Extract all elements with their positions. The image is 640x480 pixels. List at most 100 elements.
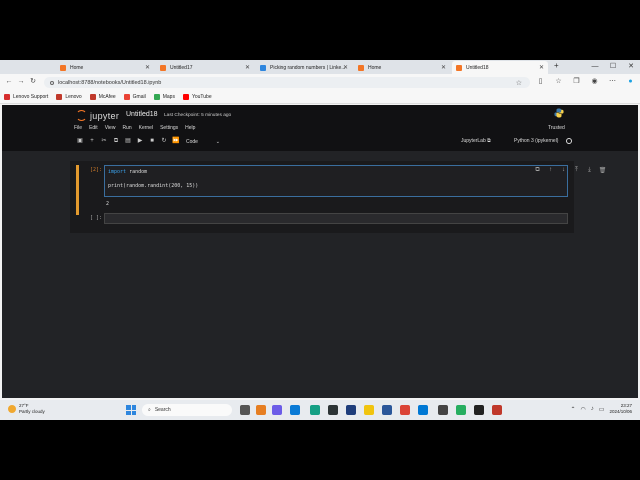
lenovo-vantage-icon[interactable] xyxy=(346,405,356,415)
browser-tab-strip: Home ✕ Untitled17 ✕ Picking random numbe… xyxy=(0,60,640,74)
collections-icon[interactable]: ❐ xyxy=(572,77,581,86)
copilot-icon[interactable]: ● xyxy=(626,77,635,86)
back-icon[interactable]: ← xyxy=(4,77,14,87)
split-screen-icon[interactable]: ▯ xyxy=(536,77,545,86)
close-icon[interactable]: ✕ xyxy=(245,64,250,71)
gmail-icon xyxy=(123,93,130,100)
store-icon[interactable] xyxy=(328,405,338,415)
edge-icon[interactable] xyxy=(290,405,300,415)
move-up-icon[interactable]: ↑ xyxy=(544,167,557,174)
chrome-icon[interactable] xyxy=(400,405,410,415)
windows-taskbar: 27°F Partly cloudy ⌕ Search ⌃ ◠ ♪ ▭ 23:2… xyxy=(0,400,640,420)
settings-icon[interactable] xyxy=(438,405,448,415)
kernel-name[interactable]: Python 3 (ipykernel) xyxy=(514,138,558,144)
jupyter-logo-icon xyxy=(76,110,87,121)
code-cell-editor[interactable]: import random print(random.randint(200, … xyxy=(104,165,606,197)
copy-icon[interactable]: ⧉ xyxy=(110,136,122,147)
taskbar-search[interactable]: ⌕ Search xyxy=(142,404,232,416)
close-icon[interactable]: ✕ xyxy=(343,64,348,71)
bookmark-lenovo-support[interactable]: Lenovo Support xyxy=(4,93,48,100)
jupyter-header: jupyter Untitled18 Last Checkpoint: 5 mi… xyxy=(2,105,638,151)
duplicate-cell-icon[interactable]: ⧉ xyxy=(531,167,544,174)
minimize-icon[interactable]: — xyxy=(586,60,604,74)
delete-cell-icon[interactable]: 🗑 xyxy=(596,167,609,174)
bookmark-lenovo[interactable]: Lenovo xyxy=(56,93,82,100)
empty-code-cell-editor[interactable] xyxy=(104,213,568,224)
weather-sun-icon xyxy=(8,405,16,413)
address-bar[interactable]: localhost:8788/notebooks/Untitled18.ipyn… xyxy=(44,77,530,88)
bookmark-label: YouTube xyxy=(191,93,212,100)
close-icon[interactable]: ✕ xyxy=(539,64,544,71)
tab-label: Untitled18 xyxy=(466,64,489,71)
notebook-title[interactable]: Untitled18 xyxy=(126,111,158,118)
bookmark-gmail[interactable]: Gmail xyxy=(123,93,146,100)
site-info-icon[interactable] xyxy=(50,80,54,85)
restart-run-all-icon[interactable]: ⏩ xyxy=(170,136,182,147)
edge-dev-icon[interactable] xyxy=(310,405,320,415)
bookmark-mcafee[interactable]: McAfee xyxy=(89,93,116,100)
browser-tab-untitled18[interactable]: Untitled18 ✕ xyxy=(452,61,548,74)
maximize-icon[interactable]: ☐ xyxy=(604,60,622,74)
close-window-icon[interactable]: ✕ xyxy=(622,60,640,74)
refresh-icon[interactable]: ↻ xyxy=(28,77,38,87)
menu-edit[interactable]: Edit xyxy=(89,125,98,131)
keyword-import: import xyxy=(108,169,127,175)
insert-below-icon[interactable]: ⤓ xyxy=(583,167,596,174)
menu-settings[interactable]: Settings xyxy=(160,125,178,131)
chevron-up-icon[interactable]: ⌃ xyxy=(571,406,576,413)
media-player-icon[interactable] xyxy=(474,405,484,415)
jupyter-logo[interactable]: jupyter xyxy=(76,110,119,121)
menu-kernel[interactable]: Kernel xyxy=(139,125,153,131)
task-view-icon[interactable] xyxy=(240,405,250,415)
system-clock[interactable]: 23:27 2024/10/06 xyxy=(609,403,632,415)
app-icon[interactable] xyxy=(456,405,466,415)
widgets-icon[interactable] xyxy=(256,405,266,415)
paste-icon[interactable]: ▤ xyxy=(122,136,134,147)
teams-icon[interactable] xyxy=(272,405,282,415)
maps-icon xyxy=(153,93,160,100)
jupyterlab-link[interactable]: JupyterLab ⧉ xyxy=(461,138,491,144)
move-down-icon[interactable]: ↓ xyxy=(557,167,570,174)
menu-file[interactable]: File xyxy=(74,125,82,131)
cell-type-select[interactable]: Code ⌄ xyxy=(186,139,220,145)
favorites-icon[interactable]: ☆ xyxy=(554,77,563,86)
trusted-indicator[interactable]: Trusted xyxy=(548,125,565,131)
close-icon[interactable]: ✕ xyxy=(145,64,150,71)
browser-tab-untitled17[interactable]: Untitled17 ✕ xyxy=(156,61,254,74)
file-explorer-icon[interactable] xyxy=(364,405,374,415)
favorite-star-icon[interactable]: ☆ xyxy=(516,79,522,87)
stop-icon[interactable]: ■ xyxy=(146,136,158,147)
word-icon[interactable] xyxy=(382,405,392,415)
battery-icon[interactable]: ▭ xyxy=(599,406,605,413)
new-tab-button[interactable]: + xyxy=(554,61,559,70)
browser-tab-home-1[interactable]: Home ✕ xyxy=(56,61,154,74)
notebook-cells-area: [2]: import random print(random.randint(… xyxy=(70,161,606,233)
wifi-icon[interactable]: ◠ xyxy=(581,406,586,413)
save-icon[interactable]: ▣ xyxy=(74,136,86,147)
app-icon[interactable] xyxy=(492,405,502,415)
extension-icon[interactable]: ◉ xyxy=(590,77,599,86)
app-icon[interactable] xyxy=(418,405,428,415)
add-cell-icon[interactable]: + xyxy=(86,136,98,147)
more-menu-icon[interactable]: ⋯ xyxy=(608,77,617,86)
weather-widget[interactable]: 27°F Partly cloudy xyxy=(8,403,45,415)
bookmark-youtube[interactable]: YouTube xyxy=(182,93,212,100)
close-icon[interactable]: ✕ xyxy=(441,64,446,71)
menu-help[interactable]: Help xyxy=(185,125,195,131)
bookmark-maps[interactable]: Maps xyxy=(153,93,175,100)
menu-run[interactable]: Run xyxy=(122,125,131,131)
code-line-2: print(random.randint(200, 15)) xyxy=(108,183,199,189)
restart-icon[interactable]: ↻ xyxy=(158,136,170,147)
forward-icon[interactable]: → xyxy=(16,77,26,87)
browser-tab-home-2[interactable]: Home ✕ xyxy=(354,61,450,74)
cut-icon[interactable]: ✂ xyxy=(98,136,110,147)
menu-view[interactable]: View xyxy=(105,125,116,131)
insert-above-icon[interactable]: ⤒ xyxy=(570,167,583,174)
search-icon: ⌕ xyxy=(148,407,151,413)
weather-condition: Partly cloudy xyxy=(19,409,45,414)
code-line-1: import random xyxy=(108,169,147,175)
browser-tab-linkedin[interactable]: Picking random numbers | Linke... ✕ xyxy=(256,61,352,74)
volume-icon[interactable]: ♪ xyxy=(591,406,594,412)
windows-start-icon[interactable] xyxy=(126,405,136,415)
run-icon[interactable]: ▶ xyxy=(134,136,146,147)
